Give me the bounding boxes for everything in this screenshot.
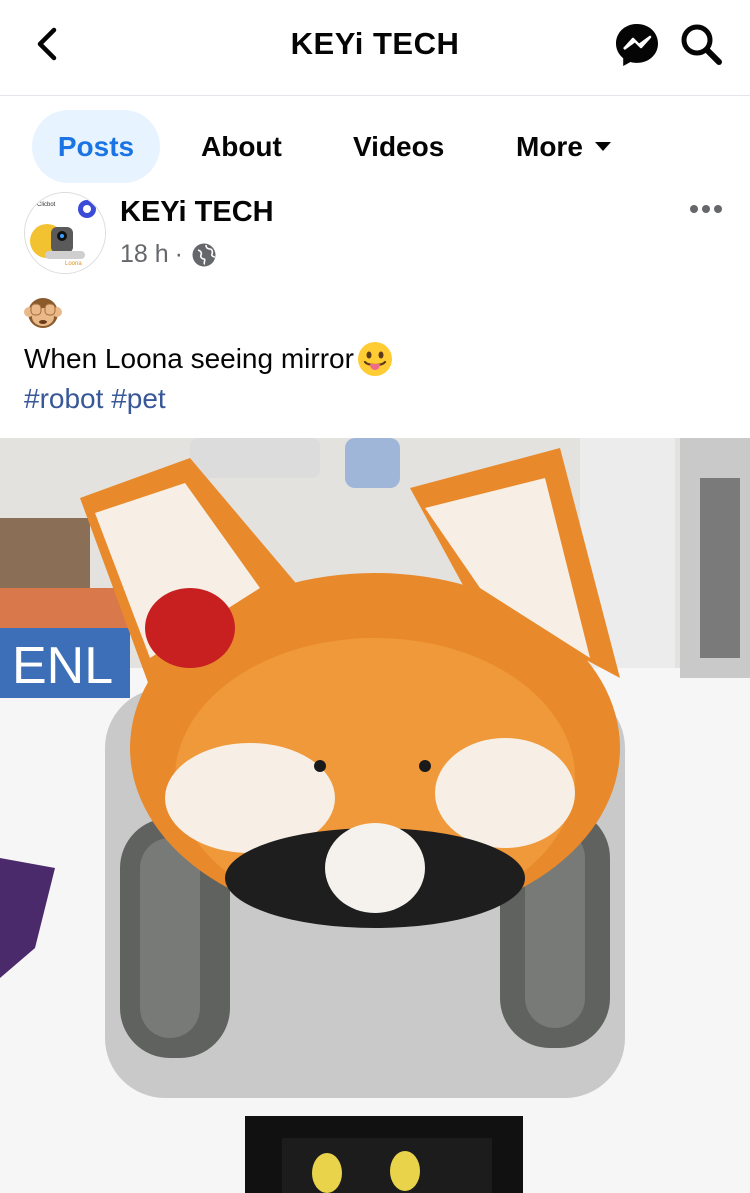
globe-icon [192,243,216,266]
search-icon[interactable] [678,21,724,67]
tab-more[interactable]: More [516,110,611,183]
more-options-icon[interactable] [688,199,724,219]
post-hashtags: #robot #pet [24,383,166,415]
top-bar: KEYi TECH [0,0,750,96]
tongue-face-icon [357,342,392,376]
post-author[interactable]: KEYi TECH [120,196,274,229]
hashtag-pet[interactable]: #pet [111,383,166,414]
caret-down-icon [594,142,611,152]
post-meta: 18 h · [120,240,217,269]
page-tabs: Posts About Videos More [0,110,750,186]
see-no-evil-monkey-icon [24,298,62,328]
avatar-text-bottom: Loona [65,261,82,267]
photo-sign-text: ENL [12,637,113,695]
post-text: When Loona seeing mirror [24,340,394,378]
post-text-body: When Loona seeing mirror [24,343,354,374]
tab-more-label: More [516,131,583,162]
messenger-icon[interactable] [613,21,661,69]
post-photo[interactable]: ENL [0,438,750,1193]
hashtag-robot[interactable]: #robot [24,383,103,414]
avatar[interactable]: Clicbot Loona [24,192,106,274]
avatar-text-top: Clicbot [37,202,56,208]
meta-separator: · [174,240,183,268]
post-time: 18 h [120,240,169,268]
tab-about[interactable]: About [201,110,282,183]
tab-posts[interactable]: Posts [32,110,160,183]
tab-videos[interactable]: Videos [353,110,444,183]
